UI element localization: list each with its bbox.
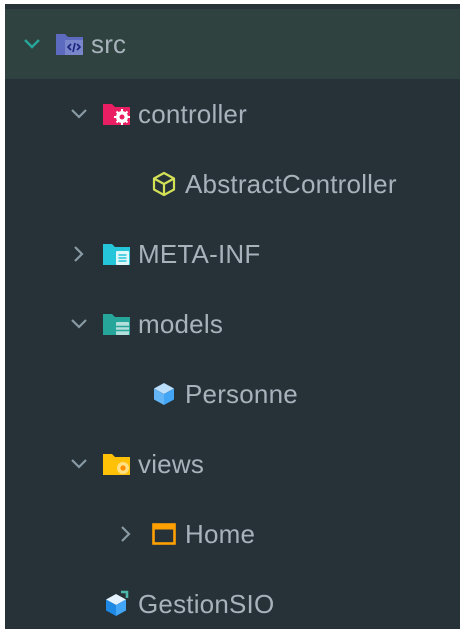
chevron-down-icon[interactable] [70, 315, 88, 333]
folder-views-icon [102, 449, 132, 479]
folder-config-icon [102, 239, 132, 269]
tree-item-meta-inf[interactable]: META-INF [5, 219, 460, 289]
chevron-right-icon[interactable] [70, 245, 88, 263]
tree-item-gestion-sio[interactable]: GestionSIO [5, 569, 460, 639]
tree-item-label: views [138, 448, 205, 479]
tree-item-label: src [91, 28, 127, 59]
tree-item-models[interactable]: models [5, 289, 460, 359]
tree-item-label: models [138, 308, 224, 339]
chevron-down-icon[interactable] [70, 455, 88, 473]
tree-item-home[interactable]: Home [5, 499, 460, 569]
chevron-down-icon[interactable] [70, 105, 88, 123]
tree-item-controller[interactable]: controller [5, 79, 460, 149]
tree-item-label: AbstractController [185, 168, 397, 199]
tree-item-personne[interactable]: Personne [5, 359, 460, 429]
window-icon [149, 519, 179, 549]
tree-item-src[interactable]: src [5, 9, 460, 79]
tree-item-label: META-INF [138, 238, 261, 269]
cube-solid-icon [149, 379, 179, 409]
tree-item-label: controller [138, 98, 247, 129]
folder-controller-icon [102, 99, 132, 129]
tree-item-views[interactable]: views [5, 429, 460, 499]
tree-item-label: Home [185, 518, 256, 549]
folder-source-icon [55, 29, 85, 59]
tree-item-abstract-controller[interactable]: AbstractController [5, 149, 460, 219]
chevron-down-icon[interactable] [23, 35, 41, 53]
folder-database-icon [102, 309, 132, 339]
app-cube-icon [102, 589, 132, 619]
tree-item-label: GestionSIO [138, 588, 275, 619]
tree-item-label: Personne [185, 378, 298, 409]
chevron-right-icon[interactable] [117, 525, 135, 543]
cube-outline-icon [149, 169, 179, 199]
project-explorer-panel: src controller AbstractController META-I… [5, 4, 460, 629]
